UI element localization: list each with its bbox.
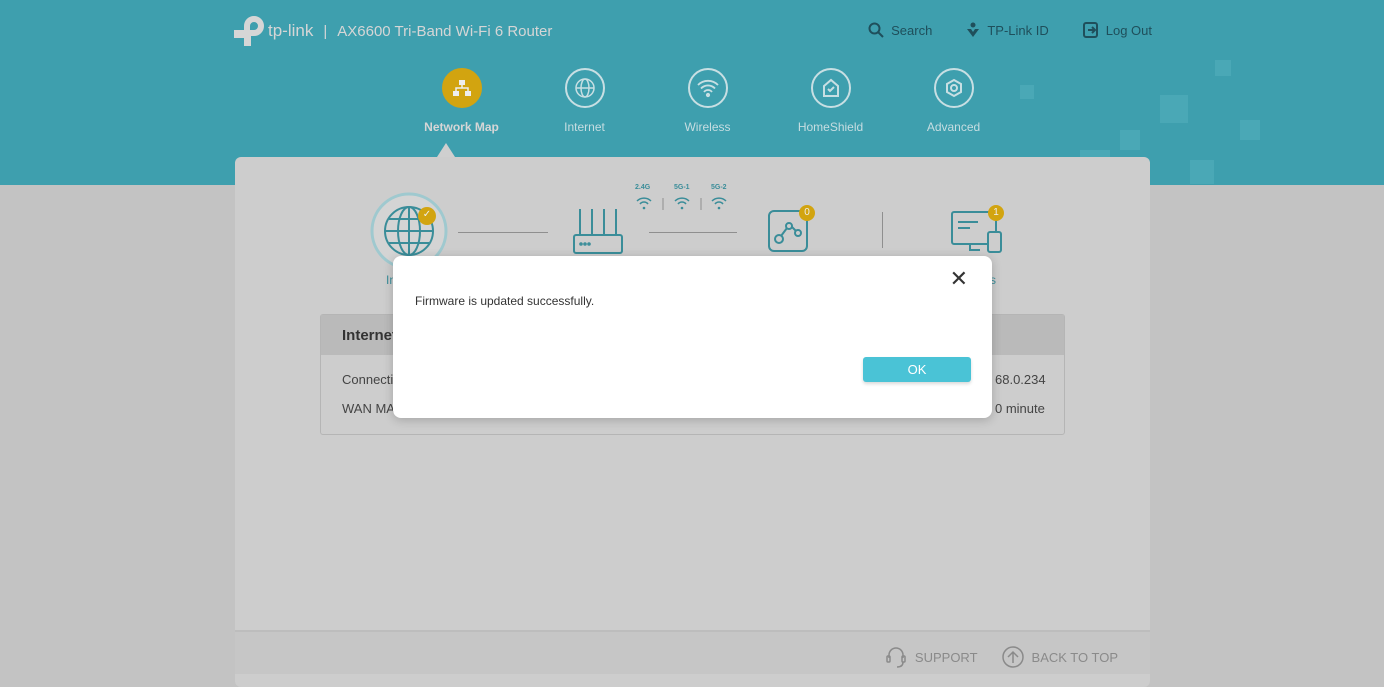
router-icon — [573, 209, 623, 254]
tp-link-logo-icon — [234, 16, 264, 46]
connector-line — [649, 232, 737, 233]
gear-icon — [945, 78, 962, 98]
network-map-icon — [452, 80, 471, 96]
active-tab-pointer — [437, 143, 455, 157]
check-badge-icon: ✓ — [418, 207, 436, 225]
footer: SUPPORT BACK TO TOP — [235, 630, 1150, 674]
support-link[interactable]: SUPPORT — [885, 646, 978, 668]
main-nav: Network Map Internet Wireless HomeShield… — [400, 68, 1015, 134]
wan-mac-label: WAN MA — [342, 401, 395, 416]
brand-text: tp-link — [268, 21, 314, 40]
tab-internet[interactable]: Internet — [523, 68, 646, 134]
wifi-icon — [696, 79, 719, 98]
tab-network-map[interactable]: Network Map — [400, 68, 523, 134]
search-label: Search — [891, 22, 933, 38]
headset-icon — [886, 647, 906, 668]
ip-value: 68.0.234 — [995, 372, 1046, 387]
band-label: 5G-2 — [711, 184, 727, 191]
tab-label: Wireless — [684, 120, 731, 134]
tab-label: Advanced — [926, 120, 981, 134]
homeshield-icon — [822, 78, 839, 97]
search-link[interactable]: Search — [868, 22, 932, 38]
tab-homeshield[interactable]: HomeShield — [769, 68, 892, 134]
arrow-up-circle-icon — [1001, 646, 1024, 668]
router-node[interactable] — [572, 207, 624, 260]
globe-icon — [574, 78, 595, 98]
tp-link-logo[interactable]: tp-link | AX6600 Tri-Band Wi-Fi 6 Router — [234, 16, 552, 46]
search-icon — [868, 22, 884, 38]
tplink-id-link[interactable]: TP-Link ID — [966, 22, 1049, 38]
tab-wireless[interactable]: Wireless — [646, 68, 769, 134]
logout-link[interactable]: Log Out — [1082, 22, 1152, 38]
mesh-count-badge: 0 — [799, 205, 815, 221]
connection-label: Connecti — [342, 372, 394, 387]
tab-label: Internet — [564, 120, 605, 134]
firmware-success-dialog: ✕ Firmware is updated successfully. OK — [393, 256, 992, 418]
back-to-top-label: BACK TO TOP — [1031, 649, 1118, 665]
close-icon[interactable]: ✕ — [950, 266, 968, 292]
band-label: 5G-1 — [674, 184, 690, 191]
separator: | — [323, 22, 328, 40]
support-label: SUPPORT — [914, 649, 978, 665]
band-label: 2.4G — [635, 184, 651, 191]
band-wifi-icons — [636, 197, 727, 210]
uptime-value: 0 minute — [995, 401, 1045, 416]
logout-icon — [1082, 22, 1098, 38]
connector-line — [458, 232, 548, 233]
tab-label: Network Map — [424, 120, 499, 134]
logout-label: Log Out — [1105, 22, 1152, 38]
router-model: AX6600 Tri-Band Wi-Fi 6 Router — [337, 22, 553, 40]
tab-label: HomeShield — [797, 120, 864, 134]
dialog-message: Firmware is updated successfully. — [415, 294, 595, 308]
tplink-id-icon — [967, 22, 980, 37]
divider — [882, 212, 883, 248]
back-to-top-link[interactable]: BACK TO TOP — [1001, 646, 1118, 668]
clients-count-badge: 1 — [988, 205, 1004, 221]
ok-button[interactable]: OK — [863, 357, 971, 382]
tplink-id-label: TP-Link ID — [987, 22, 1049, 38]
tab-advanced[interactable]: Advanced — [892, 68, 1015, 134]
